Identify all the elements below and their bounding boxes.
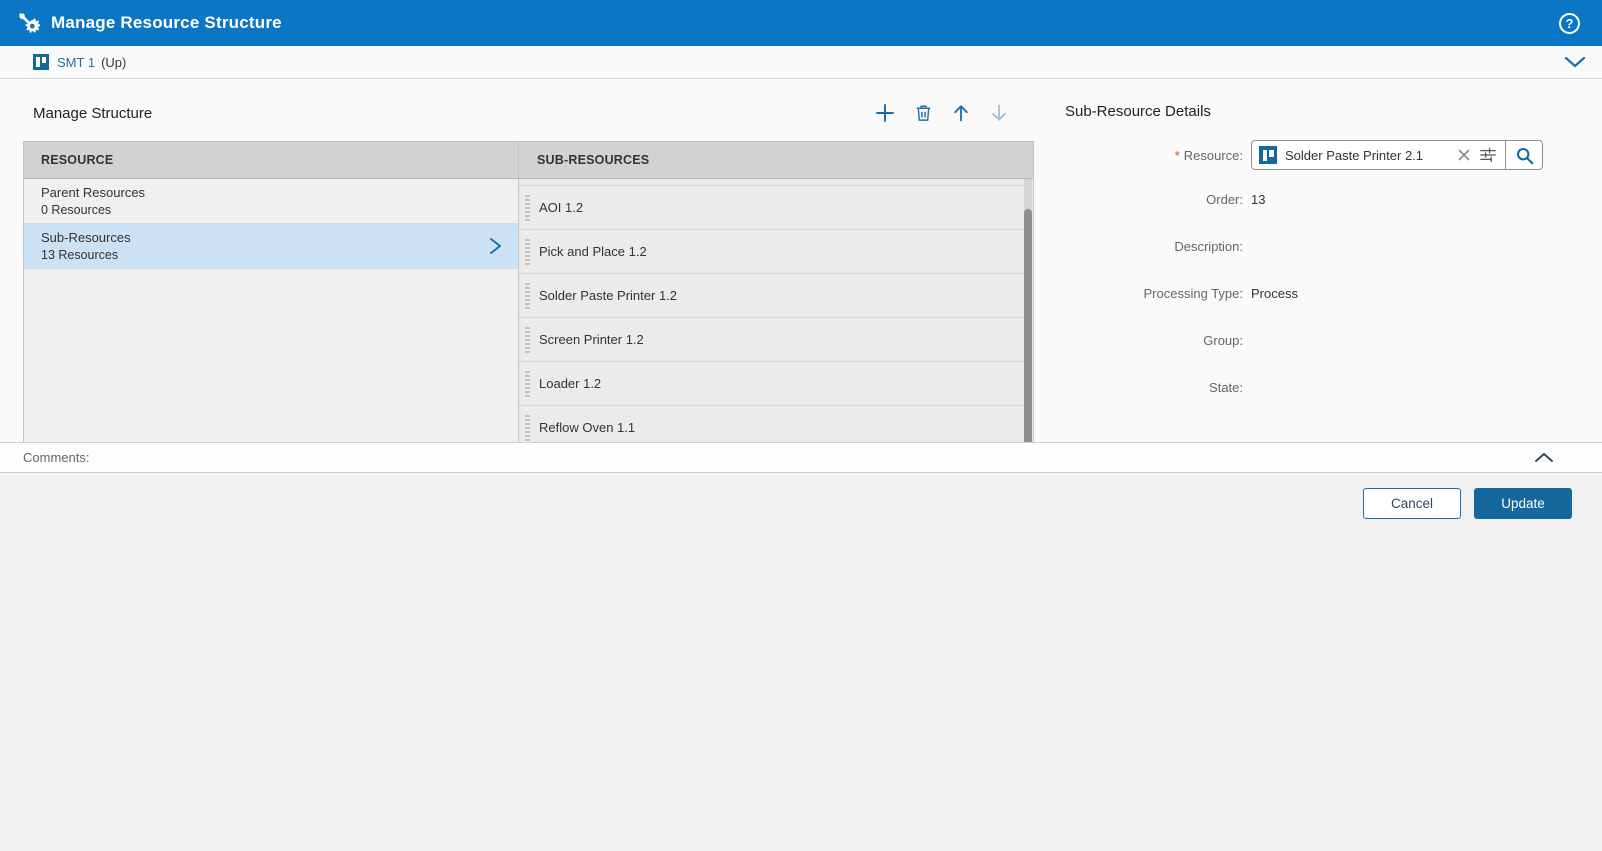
processing-type-field-label: Processing Type: — [1065, 286, 1243, 301]
drag-handle-icon[interactable] — [525, 415, 530, 441]
sub-resource-label: Solder Paste Printer 1.2 — [539, 288, 677, 303]
resource-field: *Resource: Solder Paste Printer 2.1 — [1065, 134, 1582, 176]
state-field-label: State: — [1065, 380, 1243, 395]
cancel-button[interactable]: Cancel — [1363, 488, 1461, 519]
breadcrumb-direction-label: (Up) — [101, 55, 126, 70]
sub-resource-row[interactable]: Reflow Oven 1.1 — [519, 406, 1033, 442]
sub-resources-column-header: SUB-RESOURCES — [519, 142, 1033, 179]
order-field-label: Order: — [1065, 192, 1243, 207]
chevron-up-icon[interactable] — [1534, 452, 1554, 463]
sub-resource-label: Reflow Oven 1.1 — [539, 420, 635, 435]
resource-row-count: 0 Resources — [41, 203, 504, 219]
drag-handle-icon[interactable] — [525, 239, 530, 265]
sub-resource-row[interactable]: Pick and Place 1.2 — [519, 230, 1033, 274]
vertical-scrollbar[interactable] — [1024, 179, 1032, 442]
delete-trash-icon[interactable] — [912, 102, 934, 124]
drag-handle-icon[interactable] — [525, 371, 530, 397]
state-field: State: — [1065, 364, 1582, 411]
group-field: Group: — [1065, 317, 1582, 364]
description-field: Description: — [1065, 223, 1582, 270]
resource-entity-picker[interactable]: Solder Paste Printer 2.1 — [1251, 140, 1543, 170]
sub-resources-column: SUB-RESOURCES AOI 1.2 — [519, 142, 1033, 442]
section-title: Manage Structure — [33, 105, 152, 122]
resource-picker-value: Solder Paste Printer 2.1 — [1285, 148, 1453, 163]
chevron-right-icon — [489, 237, 502, 255]
chevron-down-icon[interactable] — [1564, 56, 1586, 68]
resource-icon — [33, 54, 49, 70]
sub-resource-details-panel: Sub-Resource Details *Resource: Solder P… — [1034, 79, 1602, 442]
details-title: Sub-Resource Details — [1065, 103, 1582, 120]
scrollbar-thumb[interactable] — [1024, 209, 1032, 442]
resource-row-title: Sub-Resources — [41, 230, 504, 246]
drag-handle-icon[interactable] — [525, 327, 530, 353]
sub-resource-row[interactable]: AOI 1.2 — [519, 186, 1033, 230]
breadcrumb: SMT 1 (Up) — [0, 46, 1602, 79]
sub-resource-label: AOI 1.2 — [539, 200, 583, 215]
required-marker: * — [1175, 148, 1180, 163]
structure-table: RESOURCE Parent Resources 0 Resources — [23, 141, 1034, 442]
sub-resource-rows: AOI 1.2 Pic — [519, 186, 1033, 442]
sub-resource-row[interactable]: Solder Paste Printer 1.2 — [519, 274, 1033, 318]
resource-column: RESOURCE Parent Resources 0 Resources — [24, 142, 519, 442]
main-content: Manage Structure — [0, 79, 1602, 442]
move-down-arrow-icon[interactable] — [988, 102, 1010, 124]
gear-wrench-icon — [17, 11, 41, 35]
manage-structure-header: Manage Structure — [23, 79, 1034, 141]
sub-resource-label: Pick and Place 1.2 — [539, 244, 647, 259]
manage-structure-section: Manage Structure — [23, 79, 1034, 442]
manage-resource-structure-window: Manage Resource Structure ? SMT 1 (Up) M… — [0, 0, 1602, 851]
processing-type-field-value: Process — [1251, 286, 1298, 301]
details-fields: *Resource: Solder Paste Printer 2.1 — [1065, 134, 1582, 411]
order-field: Order: 13 — [1065, 176, 1582, 223]
resource-icon — [1259, 146, 1277, 164]
sub-resource-row[interactable]: Loader 1.2 — [519, 362, 1033, 406]
resource-field-label: *Resource: — [1065, 148, 1243, 163]
partially-scrolled-row[interactable] — [519, 179, 1033, 186]
comments-bar: Comments: — [0, 442, 1602, 473]
breadcrumb-resource-link[interactable]: SMT 1 — [57, 55, 95, 70]
processing-type-field: Processing Type: Process — [1065, 270, 1582, 317]
filter-sliders-icon[interactable] — [1475, 147, 1501, 163]
resource-column-empty-area — [24, 269, 518, 442]
resource-row[interactable]: Sub-Resources 13 Resources — [24, 224, 518, 269]
move-up-arrow-icon[interactable] — [950, 102, 972, 124]
help-icon[interactable]: ? — [1559, 13, 1580, 34]
title-bar: Manage Resource Structure ? — [0, 0, 1602, 46]
search-magnifier-icon[interactable] — [1505, 141, 1542, 169]
clear-x-icon[interactable] — [1453, 149, 1475, 161]
group-field-label: Group: — [1065, 333, 1243, 348]
drag-handle-icon[interactable] — [525, 195, 530, 221]
drag-handle-icon[interactable] — [525, 283, 530, 309]
order-field-value: 13 — [1251, 192, 1265, 207]
sub-resource-row[interactable]: Screen Printer 1.2 — [519, 318, 1033, 362]
comments-label: Comments: — [23, 450, 89, 465]
resource-row[interactable]: Parent Resources 0 Resources — [24, 179, 518, 224]
resource-column-header: RESOURCE — [24, 142, 518, 179]
resource-row-count: 13 Resources — [41, 248, 504, 264]
description-field-label: Description: — [1065, 239, 1243, 254]
update-button[interactable]: Update — [1474, 488, 1572, 519]
add-icon[interactable] — [874, 102, 896, 124]
sub-resource-label: Screen Printer 1.2 — [539, 332, 644, 347]
resource-row-list: Parent Resources 0 Resources Sub-Resourc… — [24, 179, 518, 269]
resource-row-title: Parent Resources — [41, 185, 504, 201]
page-title: Manage Resource Structure — [51, 13, 282, 33]
sub-resources-list: AOI 1.2 Pic — [519, 179, 1033, 442]
structure-toolbar — [874, 102, 1010, 124]
sub-resource-label: Loader 1.2 — [539, 376, 601, 391]
action-footer: Cancel Update — [0, 473, 1602, 851]
